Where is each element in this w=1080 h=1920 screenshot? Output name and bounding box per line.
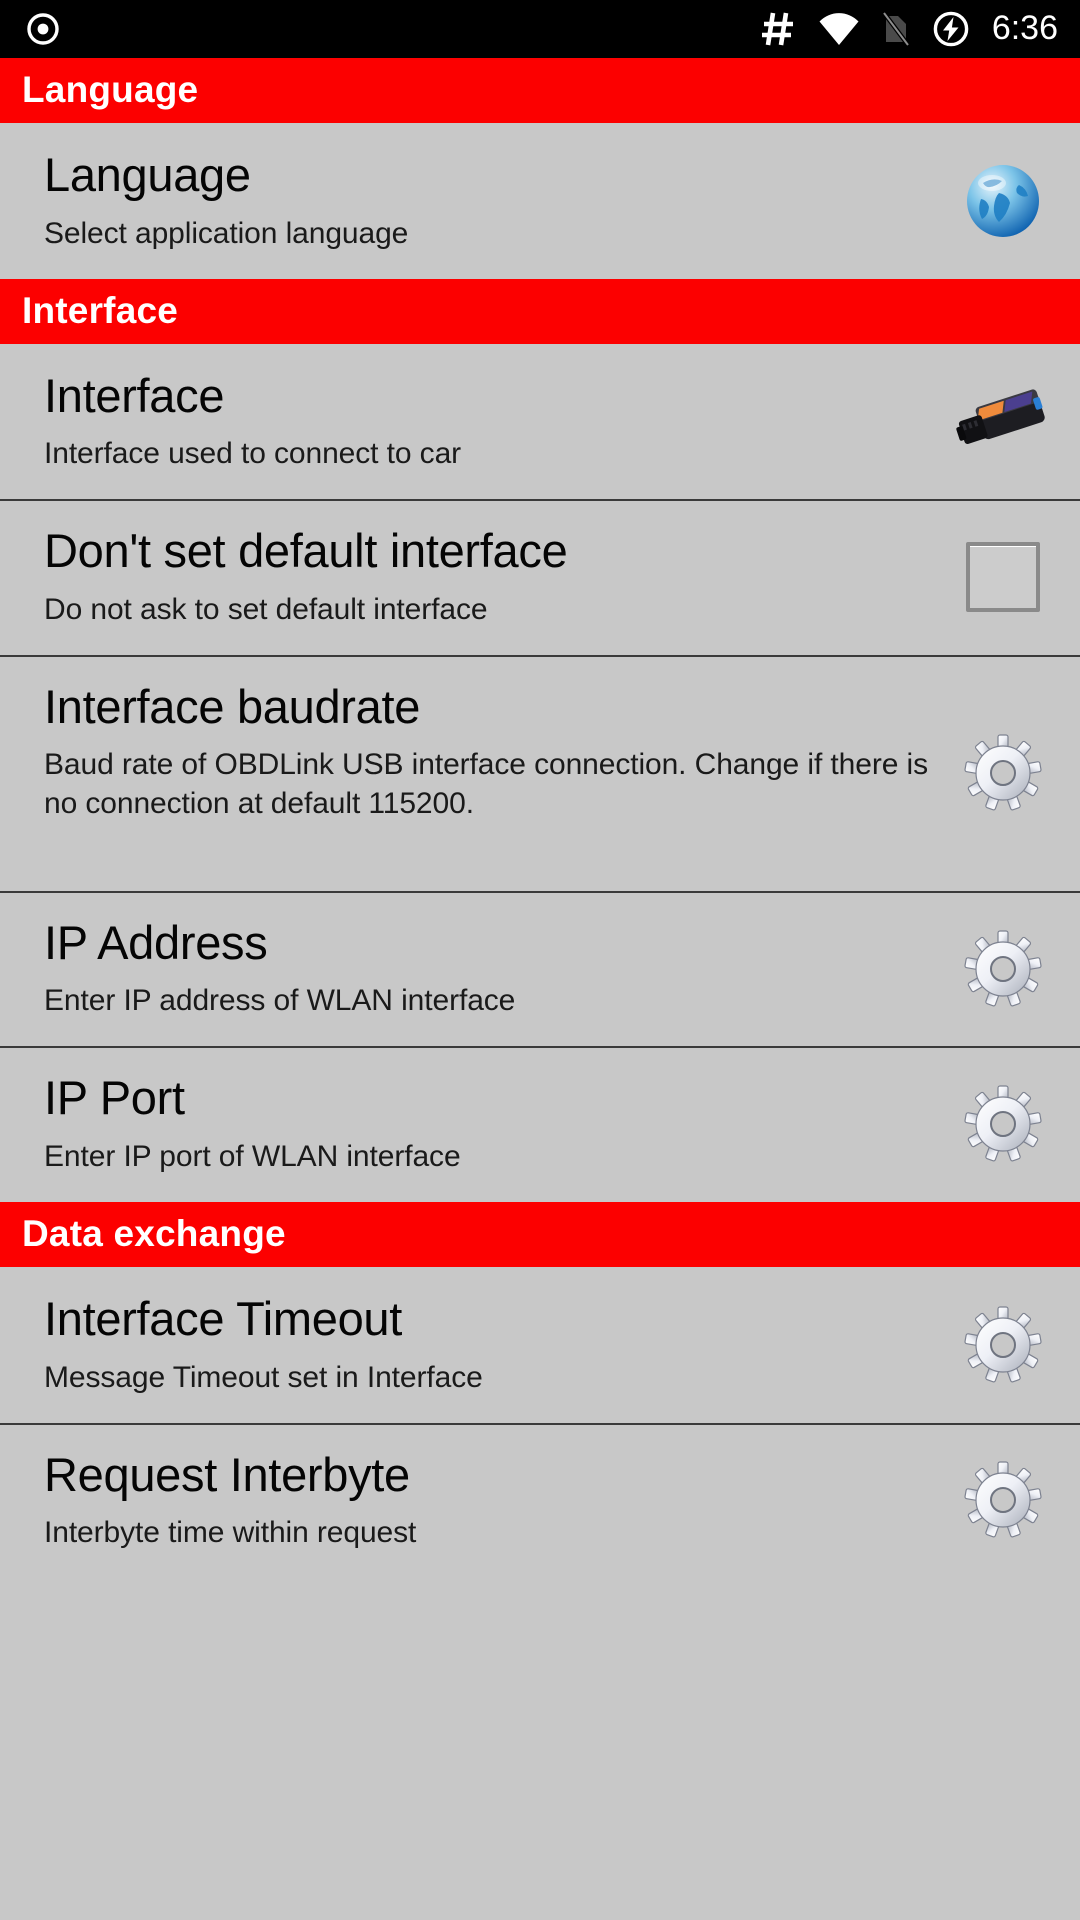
preference-text-block: IP Port Enter IP port of WLAN interface — [44, 1072, 944, 1176]
preference-title: Don't set default interface — [44, 524, 568, 578]
preference-title: Interface — [44, 368, 225, 422]
preference-row-language[interactable]: Language Select application language — [0, 122, 1080, 279]
section-header-data-exchange: Data exchange — [0, 1202, 1080, 1267]
gear-icon — [960, 926, 1046, 1012]
preference-text-block: Language Select application language — [44, 147, 944, 253]
preference-widget — [944, 382, 1062, 460]
preference-summary: Interface used to connect to car — [44, 437, 462, 471]
app-screen: 6:36 Language Language Select applicatio… — [0, 0, 1080, 1920]
status-bar-notification-icons — [26, 12, 60, 46]
preference-list-data-exchange: Interface Timeout Message Timeout set in… — [0, 1266, 1080, 1579]
preference-row-interface-baudrate[interactable]: Interface baudrate Baud rate of OBDLink … — [0, 654, 1080, 891]
preference-title: Request Interbyte — [44, 1447, 410, 1501]
preference-list-language: Language Select application language — [0, 122, 1080, 279]
preference-text-block: Interface Timeout Message Timeout set in… — [44, 1291, 944, 1397]
record-circle-icon — [26, 12, 60, 46]
gear-icon — [960, 730, 1046, 816]
preference-widget — [944, 1081, 1062, 1167]
preference-title: Interface baudrate — [44, 679, 421, 733]
preference-summary: Message Timeout set in Interface — [44, 1360, 483, 1394]
section-header-language: Language — [0, 58, 1080, 123]
preference-title: Language — [44, 147, 251, 201]
wifi-icon — [818, 12, 860, 46]
globe-icon — [961, 159, 1045, 243]
preference-summary: Baud rate of OBDLink USB interface conne… — [44, 748, 928, 821]
gear-icon — [960, 1081, 1046, 1167]
obd-dongle-icon — [950, 382, 1056, 460]
status-bar-clock: 6:36 — [991, 9, 1058, 47]
preference-summary: Do not ask to set default interface — [44, 592, 488, 626]
gear-icon — [960, 1302, 1046, 1388]
preference-list-interface: Interface Interface used to connect to c… — [0, 343, 1080, 1203]
hash-icon — [760, 9, 796, 49]
preference-row-ip-address[interactable]: IP Address Enter IP address of WLAN inte… — [0, 890, 1080, 1047]
preference-summary: Enter IP address of WLAN interface — [44, 984, 516, 1018]
preference-widget — [944, 1302, 1062, 1388]
status-bar: 6:36 — [0, 0, 1080, 58]
preference-text-block: Interface baudrate Baud rate of OBDLink … — [44, 679, 944, 824]
preference-text-block: Request Interbyte Interbyte time within … — [44, 1447, 944, 1553]
preference-text-block: IP Address Enter IP address of WLAN inte… — [44, 915, 944, 1021]
preference-text-block: Don't set default interface Do not ask t… — [44, 525, 944, 629]
gear-icon — [960, 1457, 1046, 1543]
preference-widget — [944, 730, 1062, 816]
preference-widget — [944, 926, 1062, 1012]
preference-widget — [944, 1457, 1062, 1543]
preference-widget — [944, 159, 1062, 243]
preference-summary: Enter IP port of WLAN interface — [44, 1140, 461, 1174]
section-header-interface: Interface — [0, 278, 1080, 344]
preference-title: IP Address — [44, 915, 268, 969]
preference-row-dont-set-default-interface[interactable]: Don't set default interface Do not ask t… — [0, 499, 1080, 655]
preference-summary: Select application language — [44, 216, 409, 250]
preference-title: Interface Timeout — [44, 1291, 403, 1345]
preference-summary: Interbyte time within request — [44, 1516, 417, 1550]
charging-bolt-icon — [932, 10, 970, 48]
dont-set-default-interface-checkbox[interactable] — [966, 541, 1040, 612]
preference-row-interface[interactable]: Interface Interface used to connect to c… — [0, 343, 1080, 500]
preference-title: IP Port — [44, 1071, 185, 1125]
sim-off-icon — [882, 11, 910, 47]
status-bar-system-icons: 6:36 — [760, 9, 1058, 49]
preference-row-ip-port[interactable]: IP Port Enter IP port of WLAN interface — [0, 1046, 1080, 1203]
preference-text-block: Interface Interface used to connect to c… — [44, 368, 944, 474]
preference-widget[interactable] — [944, 541, 1062, 612]
preference-row-interface-timeout[interactable]: Interface Timeout Message Timeout set in… — [0, 1266, 1080, 1423]
preference-row-request-interbyte[interactable]: Request Interbyte Interbyte time within … — [0, 1422, 1080, 1579]
